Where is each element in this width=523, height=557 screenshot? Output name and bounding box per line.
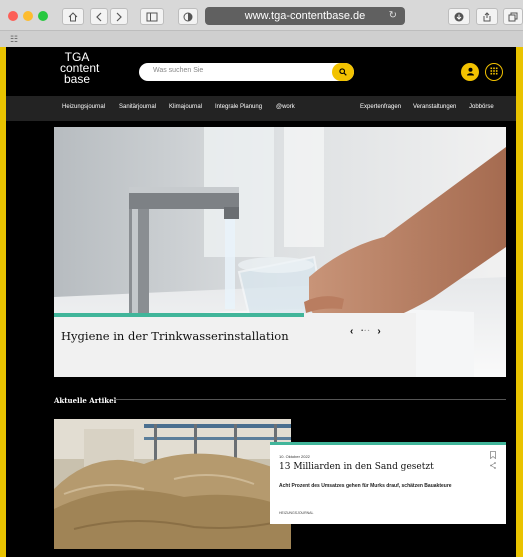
zoom-window-button[interactable] <box>38 11 48 21</box>
article-accent-bar <box>270 442 506 445</box>
site-logo[interactable]: TGA content base <box>60 51 99 86</box>
nav-item-heizungsjournal[interactable]: Heizungsjournal <box>62 104 105 110</box>
sidebar-icon <box>146 12 158 22</box>
minimize-window-button[interactable] <box>23 11 33 21</box>
address-bar[interactable]: www.tga-contentbase.de ↻ <box>205 7 405 25</box>
favorites-grid-icon[interactable]: ☷ <box>10 34 18 45</box>
back-button[interactable] <box>90 8 108 25</box>
chevron-left-icon <box>96 12 102 22</box>
nav-item-sanitaerjournal[interactable]: Sanitärjournal <box>119 104 156 110</box>
site-header: TGA content base Was suchen Sie <box>6 47 516 96</box>
article-date: 10. Oktober 2022 <box>279 454 310 459</box>
article-title[interactable]: 13 Milliarden in den Sand gesetzt <box>279 462 434 472</box>
download-icon <box>454 12 464 22</box>
search-button[interactable] <box>332 63 354 81</box>
bookmark-icon[interactable] <box>490 451 496 461</box>
home-button[interactable] <box>62 8 84 25</box>
downloads-button[interactable] <box>448 8 470 25</box>
article-card[interactable]: 10. Oktober 2022 13 Milliarden in den Sa… <box>270 442 506 524</box>
hero-progress-bar <box>54 313 304 317</box>
web-page: TGA content base Was suchen Sie Heizungs… <box>6 47 516 557</box>
pager-dots[interactable]: • ◦ ◦ <box>361 328 369 334</box>
browser-chrome: www.tga-contentbase.de ↻ ☷ <box>0 0 523 47</box>
nav-item-expertenfragen[interactable]: Expertenfragen <box>360 104 401 110</box>
main-nav: Heizungsjournal Sanitärjournal Klimajour… <box>6 96 516 121</box>
share-icon <box>483 12 491 22</box>
logo-line-3: base <box>63 72 91 86</box>
article-category[interactable]: HEIZUNGSJOURNAL <box>279 511 313 515</box>
chevron-right-icon <box>116 12 122 22</box>
nav-item-integrale-planung[interactable]: Integrale Planung <box>215 104 262 110</box>
grid-menu-button[interactable] <box>485 63 503 81</box>
article-lead: Acht Prozent des Umsatzes gehen für Murk… <box>279 483 452 489</box>
search-input[interactable]: Was suchen Sie <box>139 63 354 81</box>
nav-item-jobboerse[interactable]: Jobbörse <box>469 104 494 110</box>
nav-item-klimajournal[interactable]: Klimajournal <box>169 104 202 110</box>
sidebar-button[interactable] <box>140 8 164 25</box>
hero-title[interactable]: Hygiene in der Trinkwasserinstallation <box>61 329 289 343</box>
grid-menu-icon <box>490 67 498 75</box>
home-icon <box>68 12 78 22</box>
address-url: www.tga-contentbase.de <box>244 10 366 22</box>
article-image[interactable] <box>54 419 291 549</box>
privacy-button[interactable] <box>178 8 198 25</box>
pager-next-button[interactable]: › <box>377 326 380 337</box>
pager-prev-button[interactable]: ‹ <box>350 326 353 337</box>
share-button[interactable] <box>476 8 498 25</box>
reload-icon[interactable]: ↻ <box>389 7 397 25</box>
nav-item-work[interactable]: @work <box>276 104 295 110</box>
tabs-icon <box>508 12 518 22</box>
sand-construction-image <box>54 419 291 549</box>
close-window-button[interactable] <box>8 11 18 21</box>
favorites-bar: ☷ <box>0 30 523 47</box>
shield-icon <box>183 12 193 22</box>
share-icon[interactable] <box>490 462 496 471</box>
search-icon <box>339 68 347 76</box>
forward-button[interactable] <box>110 8 128 25</box>
nav-item-veranstaltungen[interactable]: Veranstaltungen <box>413 104 456 110</box>
section-title: Aktuelle Artikel <box>54 396 117 405</box>
user-icon <box>466 67 474 76</box>
browser-toolbar: www.tga-contentbase.de ↻ <box>0 0 523 30</box>
tabs-overview-button[interactable] <box>503 8 523 25</box>
hero-pager: ‹ • ◦ ◦ › <box>350 326 381 337</box>
section-divider <box>114 399 506 400</box>
user-account-button[interactable] <box>461 63 479 81</box>
search-placeholder: Was suchen Sie <box>153 67 204 74</box>
hero-caption-card[interactable]: Hygiene in der Trinkwasserinstallation ‹… <box>54 313 416 377</box>
